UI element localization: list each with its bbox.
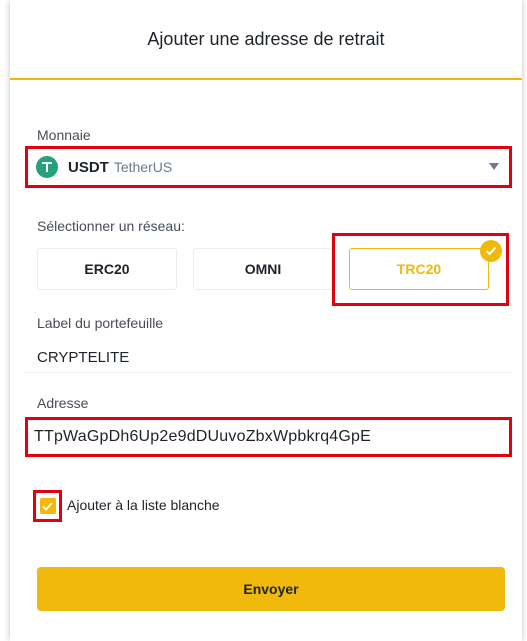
- withdrawal-address-dialog: Ajouter une adresse de retrait Monnaie U…: [10, 0, 522, 641]
- network-option-erc20[interactable]: ERC20: [37, 248, 177, 290]
- dialog-title: Ajouter une adresse de retrait: [10, 0, 522, 80]
- whitelist-checkbox[interactable]: [39, 498, 56, 514]
- coin-name: TetherUS: [113, 159, 173, 175]
- tether-icon: [36, 156, 58, 178]
- coin-select[interactable]: USDT TetherUS: [25, 146, 512, 188]
- wallet-label-input[interactable]: CRYPTELITE: [37, 349, 129, 366]
- address-input[interactable]: TTpWaGpDh6Up2e9dDUuvoZbxWpbkrq4GpE: [25, 417, 512, 457]
- network-label: Sélectionner un réseau:: [37, 218, 185, 234]
- address-label: Adresse: [37, 395, 89, 411]
- check-icon: [480, 240, 502, 262]
- whitelist-label: Ajouter à la liste blanche: [67, 497, 220, 513]
- network-option-omni[interactable]: OMNI: [193, 248, 333, 290]
- coin-symbol: USDT: [68, 158, 109, 176]
- submit-button[interactable]: Envoyer: [37, 567, 505, 611]
- coin-label: Monnaie: [37, 127, 91, 143]
- wallet-label-label: Label du portefeuille: [37, 315, 164, 331]
- chevron-down-icon[interactable]: [489, 163, 499, 170]
- whitelist-checkbox-highlight[interactable]: [33, 490, 62, 522]
- network-option-trc20[interactable]: TRC20: [349, 248, 489, 290]
- wallet-label-underline: [25, 372, 512, 373]
